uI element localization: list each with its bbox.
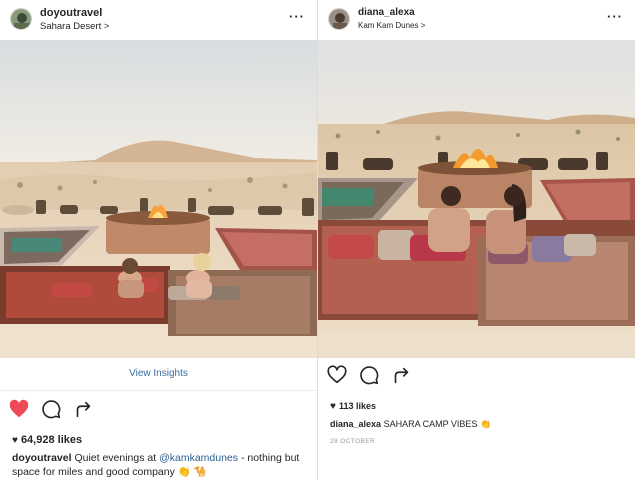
avatar[interactable]	[328, 8, 350, 30]
action-bar	[318, 364, 635, 388]
share-icon[interactable]	[390, 364, 412, 386]
username[interactable]: diana_alexa	[358, 7, 415, 18]
caption-username[interactable]: diana_alexa	[330, 419, 381, 429]
view-insights-link[interactable]: View Insights	[0, 368, 317, 379]
caption-emoji: 👏	[479, 419, 492, 429]
caption-text: SAHARA CAMP VIBES	[383, 419, 478, 429]
like-count-text: 113 likes	[338, 401, 376, 411]
heart-icon: ♥	[12, 435, 18, 446]
caption-mention[interactable]: @kamkamdunes	[159, 452, 238, 464]
caption-username[interactable]: doyoutravel	[12, 452, 72, 464]
like-count-text: 64,928 likes	[20, 434, 83, 446]
username[interactable]: doyoutravel	[40, 7, 102, 19]
left-post: doyoutravel Sahara Desert > ··· View Ins…	[0, 0, 317, 480]
like-count[interactable]: ♥ 64,928 likes	[12, 434, 82, 446]
post-photo[interactable]	[318, 40, 635, 358]
post-caption: diana_alexa SAHARA CAMP VIBES 👏	[330, 419, 626, 430]
avatar[interactable]	[10, 8, 32, 30]
comment-icon[interactable]	[40, 398, 62, 420]
share-icon[interactable]	[72, 398, 94, 420]
action-bar	[0, 398, 317, 422]
ellipsis-icon[interactable]: ···	[289, 10, 305, 23]
post-date: 28 OCTOBER	[330, 438, 376, 445]
heart-icon: ♥	[330, 401, 336, 412]
heart-outline-icon[interactable]	[326, 364, 348, 386]
divider	[0, 390, 317, 391]
caption-text: Quiet evenings at	[74, 452, 157, 464]
post-header: diana_alexa Kam Kam Dunes > ···	[318, 0, 635, 40]
ellipsis-icon[interactable]: ···	[607, 10, 623, 23]
heart-filled-icon[interactable]	[8, 398, 30, 420]
caption-emoji: 👏 🐪	[177, 466, 207, 478]
post-header: doyoutravel Sahara Desert > ···	[0, 0, 317, 40]
post-photo[interactable]	[0, 40, 317, 358]
right-post: diana_alexa Kam Kam Dunes > ··· ♥ 113 li…	[318, 0, 635, 480]
comment-icon[interactable]	[358, 364, 380, 386]
post-caption: doyoutravel Quiet evenings at @kamkamdun…	[12, 451, 308, 479]
location-link[interactable]: Sahara Desert >	[40, 21, 109, 32]
like-count[interactable]: ♥ 113 likes	[330, 401, 376, 412]
location-link[interactable]: Kam Kam Dunes >	[358, 21, 425, 30]
